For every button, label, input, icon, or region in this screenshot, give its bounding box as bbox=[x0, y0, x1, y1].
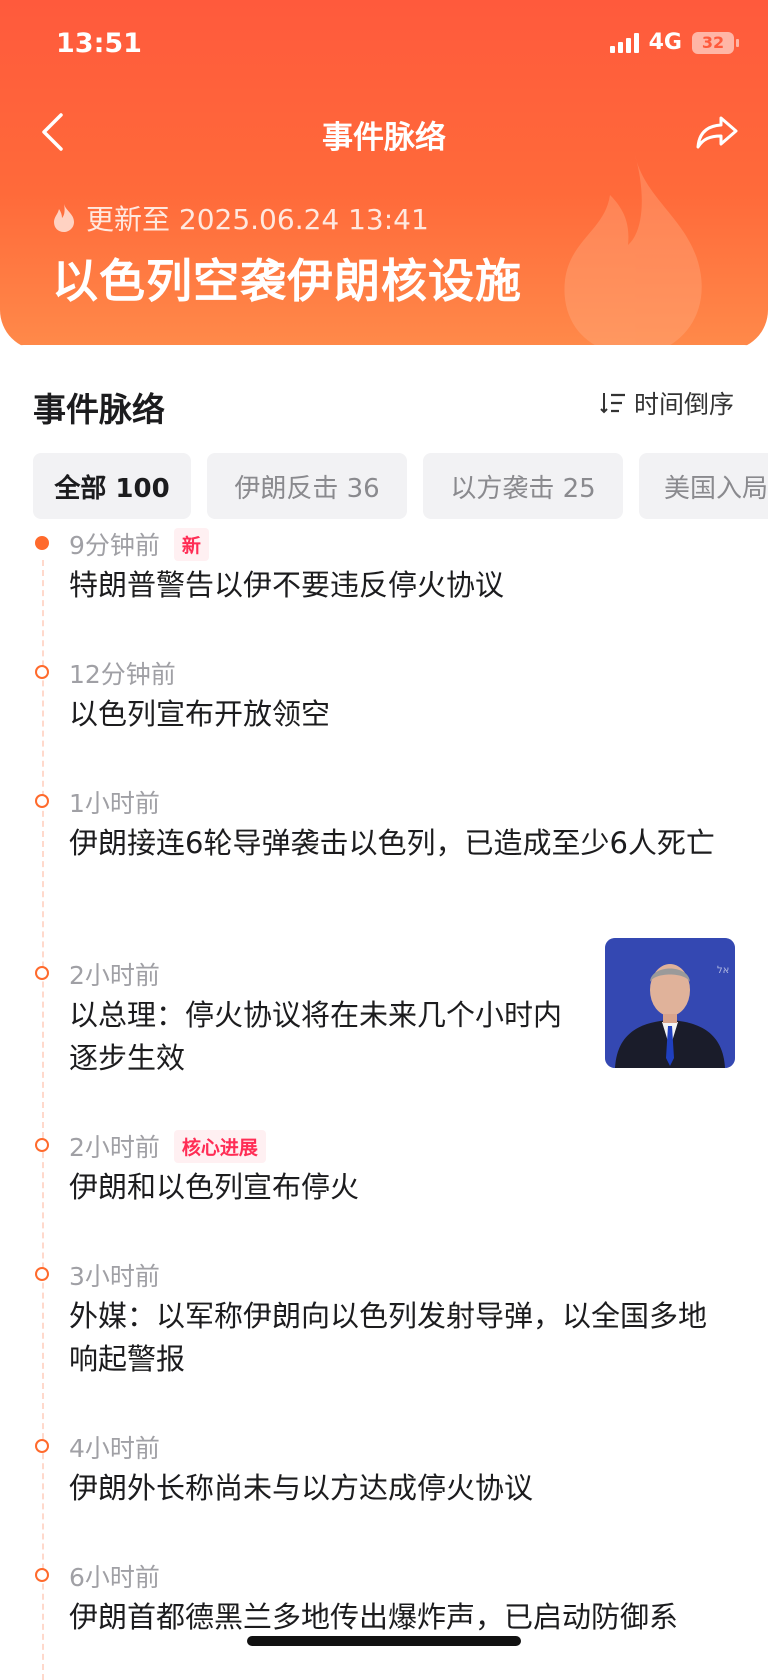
item-time: 2小时前 bbox=[69, 961, 160, 990]
timeline-dot bbox=[35, 665, 49, 679]
item-time: 12分钟前 bbox=[69, 660, 176, 689]
flame-icon bbox=[54, 204, 74, 232]
share-icon bbox=[696, 116, 738, 149]
timeline-dot bbox=[35, 1568, 49, 1582]
status-time: 13:51 bbox=[56, 28, 142, 59]
item-headline: 伊朗外长称尚未与以方达成停火协议 bbox=[69, 1471, 534, 1505]
item-time: 1小时前 bbox=[69, 789, 160, 818]
item-time: 4小时前 bbox=[69, 1434, 160, 1463]
svg-text:אל: אל bbox=[717, 965, 729, 976]
timeline-card: 事件脉络 时间倒序 全部 100 伊朗反击 36 以方袭击 25 美国入局 9分… bbox=[0, 345, 768, 1680]
item-headline: 伊朗接连6轮导弹袭击以色列，已造成至少6人死亡 bbox=[69, 826, 715, 860]
filter-chips: 全部 100 伊朗反击 36 以方袭击 25 美国入局 bbox=[33, 453, 768, 519]
item-headline: 以总理：停火协议将在未来几个小时内逐步生效 bbox=[69, 998, 563, 1075]
timeline-dot bbox=[35, 536, 49, 550]
item-headline: 伊朗和以色列宣布停火 bbox=[69, 1170, 360, 1204]
item-time: 6小时前 bbox=[69, 1563, 160, 1592]
flame-watermark-icon bbox=[564, 155, 702, 350]
timeline-dot bbox=[35, 1439, 49, 1453]
filter-chip-iran-counterattack[interactable]: 伊朗反击 36 bbox=[207, 453, 407, 519]
battery-level: 32 bbox=[701, 33, 725, 52]
sort-icon bbox=[600, 393, 625, 414]
timeline-line bbox=[42, 560, 44, 1680]
timeline-dot bbox=[35, 966, 49, 980]
timeline-dot bbox=[35, 794, 49, 808]
timeline-dot bbox=[35, 1267, 49, 1281]
speaker-photo: אל bbox=[605, 938, 735, 1068]
share-button[interactable] bbox=[692, 110, 742, 154]
signal-icon bbox=[609, 32, 639, 53]
sort-order-button[interactable]: 时间倒序 bbox=[600, 385, 734, 421]
network-type: 4G bbox=[648, 30, 682, 55]
battery-icon: 32 bbox=[692, 31, 739, 54]
update-text: 更新至 2025.06.24 13:41 bbox=[86, 203, 429, 236]
filter-chip-us-involvement[interactable]: 美国入局 bbox=[639, 453, 768, 519]
section-title: 事件脉络 bbox=[33, 390, 165, 429]
item-headline: 特朗普警告以伊不要违反停火协议 bbox=[69, 568, 505, 602]
news-thumbnail[interactable]: אל bbox=[605, 938, 735, 1068]
filter-chip-israel-attack[interactable]: 以方袭击 25 bbox=[423, 453, 623, 519]
home-indicator[interactable] bbox=[247, 1636, 521, 1646]
item-time: 3小时前 bbox=[69, 1262, 160, 1291]
hero-header: 13:51 4G 32 事件脉络 更新至 2025.06.24 13:41 以色… bbox=[0, 0, 768, 350]
key-progress-badge: 核心进展 bbox=[173, 1129, 266, 1163]
filter-chip-all[interactable]: 全部 100 bbox=[33, 453, 191, 519]
event-title: 以色列空袭伊朗核设施 bbox=[52, 254, 522, 308]
item-time: 2小时前 bbox=[69, 1133, 160, 1162]
item-headline: 外媒：以军称伊朗向以色列发射导弹，以全国多地响起警报 bbox=[69, 1299, 708, 1376]
update-time-row: 更新至 2025.06.24 13:41 bbox=[52, 198, 429, 238]
new-badge: 新 bbox=[173, 527, 209, 561]
nav-title: 事件脉络 bbox=[322, 120, 446, 156]
timeline-dot bbox=[35, 1138, 49, 1152]
item-headline: 伊朗首都德黑兰多地传出爆炸声，已启动防御系 bbox=[69, 1600, 679, 1634]
item-headline: 以色列宣布开放领空 bbox=[69, 697, 331, 731]
sort-label: 时间倒序 bbox=[633, 390, 734, 419]
item-time: 9分钟前 bbox=[69, 531, 160, 560]
status-indicators: 4G 32 bbox=[609, 30, 739, 55]
